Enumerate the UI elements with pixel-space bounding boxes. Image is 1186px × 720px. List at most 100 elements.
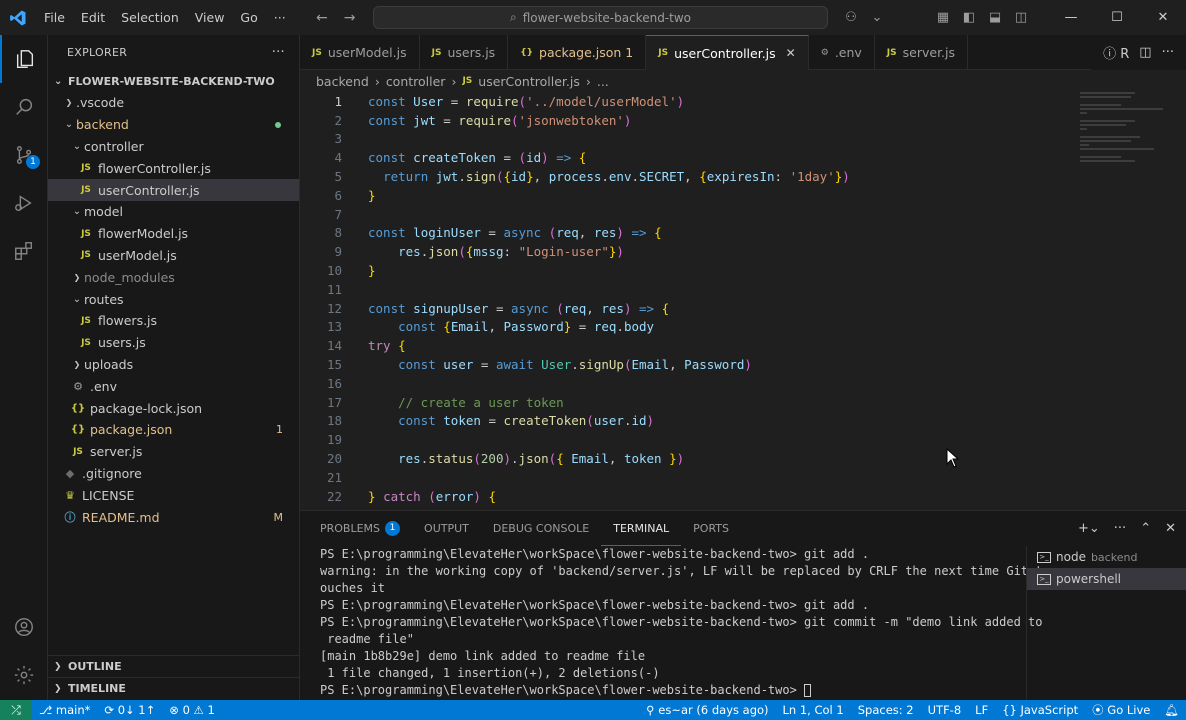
end-of-line[interactable]: LF [968,703,995,717]
indentation[interactable]: Spaces: 2 [851,703,921,717]
terminal-instance[interactable]: >_ node backend [1027,546,1186,568]
menu-selection[interactable]: Selection [113,0,187,35]
code-line[interactable]: 15 const user = await User.signUp(Email,… [300,355,752,374]
panel-tab[interactable]: TERMINAL [601,511,682,546]
menu-view[interactable]: View [187,0,233,35]
file-item[interactable]: JS users.js [48,332,299,354]
code-line[interactable]: 21 [300,468,342,487]
menu-go[interactable]: Go [232,0,265,35]
workspace-root-folder[interactable]: ⌄ FLOWER-WEBSITE-BACKEND-TWO [48,70,299,92]
split-editor-icon[interactable]: ◫ [1139,45,1151,60]
settings-gear-icon[interactable] [0,651,48,699]
file-item[interactable]: JS userController.js [48,179,299,201]
git-blame[interactable]: ⚲ es~ar (6 days ago) [639,703,775,717]
file-item[interactable]: JS userModel.js [48,245,299,267]
toggle-sidebar-icon[interactable]: ◧ [956,10,982,25]
code-line[interactable]: 17 // create a user token [300,393,564,412]
menu-file[interactable]: File [36,0,73,35]
code-line[interactable]: 13 const {Email, Password} = req.body [300,318,654,337]
editor-tab[interactable]: JS server.js [875,35,969,70]
maximize-panel-icon[interactable]: ⌃ [1140,521,1151,536]
code-line[interactable]: 8 const loginUser = async (req, res) => { [300,224,661,243]
code-line[interactable]: 3 [300,130,342,149]
breadcrumb-symbol[interactable]: ... [597,74,609,89]
code-editor[interactable]: 1 const User = require('../model/userMode… [300,92,1186,510]
code-line[interactable]: 20 res.status(200).json({ Email, token }… [300,449,684,468]
new-terminal-icon[interactable]: +⌄ [1078,521,1100,536]
file-item[interactable]: JS server.js [48,441,299,463]
folder-item[interactable]: ❯ uploads [48,354,299,376]
file-item[interactable]: {} package-lock.json [48,397,299,419]
minimap[interactable] [1080,92,1172,172]
search-view-icon[interactable] [0,83,48,131]
editor-tab[interactable]: {} package.json 1 [508,35,647,70]
code-line[interactable]: 22} catch (error) { [300,487,496,506]
code-line[interactable]: 10} [300,261,376,280]
code-line[interactable]: 7 [300,205,342,224]
editor-tab[interactable]: ⚙ .env [809,35,875,70]
breadcrumb-backend[interactable]: backend [316,74,369,89]
timeline-section[interactable]: ❯ TIMELINE [48,677,300,699]
explorer-icon[interactable] [0,35,48,83]
editor-tab[interactable]: JS userModel.js [300,35,420,70]
editor-tab[interactable]: JS users.js [420,35,509,70]
code-line[interactable]: 9 res.json({mssg: "Login-user"}) [300,242,623,261]
extensions-icon[interactable] [0,227,48,275]
file-item[interactable]: JS flowerModel.js [48,223,299,245]
code-line[interactable]: 14 try { [300,336,406,355]
terminal-output[interactable]: PS E:\programming\ElevateHer\workSpace\f… [320,546,1042,699]
close-tab-icon[interactable]: ✕ [786,46,796,60]
git-sync[interactable]: ⟳ 0↓ 1↑ [97,703,162,717]
file-item[interactable]: JS flowerController.js [48,157,299,179]
minimize-icon[interactable]: — [1048,10,1094,25]
code-line[interactable]: 6} [300,186,375,205]
notifications-bell-icon[interactable]: 🔔︎ [1157,703,1186,717]
file-item[interactable]: ⓘ README.md M [48,506,299,528]
code-line[interactable]: 19 [300,430,342,449]
close-window-icon[interactable]: ✕ [1140,10,1186,25]
menu-more[interactable]: ··· [266,0,294,35]
git-branch[interactable]: ⎇ main* [32,703,97,717]
breadcrumb-controller[interactable]: controller [386,74,446,89]
copilot-icon[interactable]: ⚇ [838,10,864,25]
accounts-icon[interactable] [0,603,48,651]
code-line[interactable]: 2 const jwt = require('jsonwebtoken') [300,111,631,130]
folder-item[interactable]: ⌄ controller [48,136,299,158]
toggle-secondary-sidebar-icon[interactable]: ◫ [1008,10,1034,25]
remote-indicator-icon[interactable]: ⤮ [0,700,32,720]
language-mode[interactable]: {} JavaScript [995,703,1085,717]
customize-layout-icon[interactable]: ▦ [930,10,956,25]
panel-tab[interactable]: PORTS [681,511,741,546]
panel-tab[interactable]: DEBUG CONSOLE [481,511,601,546]
editor-tab[interactable]: JS userController.js ✕ [646,35,809,70]
code-line[interactable]: 12 const signupUser = async (req, res) =>… [300,299,669,318]
panel-more-icon[interactable]: ··· [1114,521,1126,536]
panel-tab[interactable]: OUTPUT [412,511,481,546]
file-item[interactable]: JS flowers.js [48,310,299,332]
file-item[interactable]: ◆ .gitignore [48,463,299,485]
code-line[interactable]: 11 [300,280,342,299]
file-item[interactable]: ♛ LICENSE [48,484,299,506]
explorer-more-actions[interactable]: ··· [272,45,285,60]
code-line[interactable]: 18 const token = createToken(user.id) [300,412,654,431]
source-control-icon[interactable]: 1 [0,131,48,179]
encoding[interactable]: UTF-8 [921,703,969,717]
file-item[interactable]: ⚙ .env [48,375,299,397]
code-line[interactable]: 16 [300,374,342,393]
maximize-icon[interactable]: ☐ [1094,10,1140,25]
cursor-position[interactable]: Ln 1, Col 1 [776,703,851,717]
menu-edit[interactable]: Edit [73,0,113,35]
code-line[interactable]: 5 return jwt.sign({id}, process.env.SECR… [300,167,849,186]
copilot-chevron-icon[interactable]: ⌄ [864,10,890,25]
folder-item[interactable]: ❯ node_modules [48,266,299,288]
folder-item[interactable]: ⌄ backend [48,114,299,136]
terminal-instance[interactable]: >_ powershell [1027,568,1186,590]
forward-arrow-icon[interactable]: → [344,10,356,26]
go-live-button[interactable]: ⦿ Go Live [1085,702,1157,718]
folder-item[interactable]: ❯ .vscode [48,92,299,114]
more-actions-icon[interactable]: ··· [1162,45,1174,60]
code-line[interactable]: 4 const createToken = (id) => { [300,148,586,167]
folder-item[interactable]: ⌄ model [48,201,299,223]
code-line[interactable]: 1 const User = require('../model/userMode… [300,92,684,111]
breadcrumb-file[interactable]: userController.js [478,74,580,89]
